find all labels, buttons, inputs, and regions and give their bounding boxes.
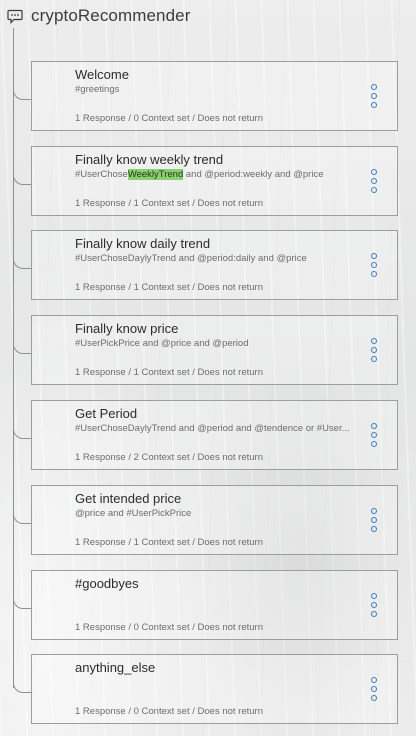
node-meta: 1 Response / 1 Context set / Does not re… [75, 198, 263, 209]
node-name: Finally know weekly trend [75, 152, 224, 167]
overflow-menu-icon[interactable] [369, 169, 379, 193]
node-meta: 1 Response / 1 Context set / Does not re… [75, 537, 263, 548]
chat-bubble-icon [6, 7, 24, 25]
node-name: Welcome [75, 67, 129, 82]
node-name: Get intended price [75, 491, 182, 506]
overflow-menu-icon[interactable] [369, 84, 379, 108]
node-meta: 1 Response / 1 Context set / Does not re… [75, 367, 263, 378]
overflow-menu-icon[interactable] [369, 253, 379, 277]
node-meta: 1 Response / 1 Context set / Does not re… [75, 282, 263, 293]
overflow-menu-icon[interactable] [369, 593, 379, 617]
node-condition: @price and #UserPickPrice [75, 508, 192, 519]
skill-header: cryptoRecommender [6, 5, 190, 27]
skill-title: cryptoRecommender [31, 6, 191, 25]
node-name: Finally know daily trend [75, 236, 211, 251]
node-name: Get Period [75, 406, 138, 421]
node-name: anything_else [75, 660, 156, 675]
node-condition: #UserChoseDaylyTrend and @period:daily a… [75, 253, 307, 264]
node-name: #goodbyes [75, 576, 139, 591]
node-condition: #UserPickPrice and @price and @period [75, 338, 249, 349]
dialog-node-goodbyes[interactable]: #goodbyes 1 Response / 0 Context set / D… [31, 570, 398, 640]
dialog-node-get-period[interactable]: Get Period #UserChoseDaylyTrend and @per… [31, 400, 398, 470]
tree-trunk-line [13, 28, 14, 688]
node-name: Finally know price [75, 321, 179, 336]
overflow-menu-icon[interactable] [369, 508, 379, 532]
dialog-node-intended-price[interactable]: Get intended price @price and #UserPickP… [31, 485, 398, 555]
node-meta: 1 Response / 0 Context set / Does not re… [75, 706, 263, 717]
overflow-menu-icon[interactable] [369, 677, 379, 701]
dialog-node-price[interactable]: Finally know price #UserPickPrice and @p… [31, 315, 398, 385]
node-meta: 1 Response / 0 Context set / Does not re… [75, 113, 263, 124]
node-condition: #UserChoseWeeklyTrend and @period:weekly… [75, 169, 324, 180]
overflow-menu-icon[interactable] [369, 423, 379, 447]
overflow-menu-icon[interactable] [369, 338, 379, 362]
node-meta: 1 Response / 0 Context set / Does not re… [75, 622, 263, 633]
node-condition: #greetings [75, 84, 120, 95]
node-condition: #UserChoseDaylyTrend and @period and @te… [75, 423, 350, 434]
search-highlight: WeeklyTrend [127, 169, 184, 180]
dialog-node-weekly-trend[interactable]: Finally know weekly trend #UserChoseWeek… [31, 146, 398, 216]
dialog-node-daily-trend[interactable]: Finally know daily trend #UserChoseDayly… [31, 230, 398, 300]
dialog-node-welcome[interactable]: Welcome #greetings 1 Response / 0 Contex… [31, 61, 398, 131]
dialog-node-anything-else[interactable]: anything_else 1 Response / 0 Context set… [31, 654, 398, 724]
node-meta: 1 Response / 2 Context set / Does not re… [75, 452, 263, 463]
